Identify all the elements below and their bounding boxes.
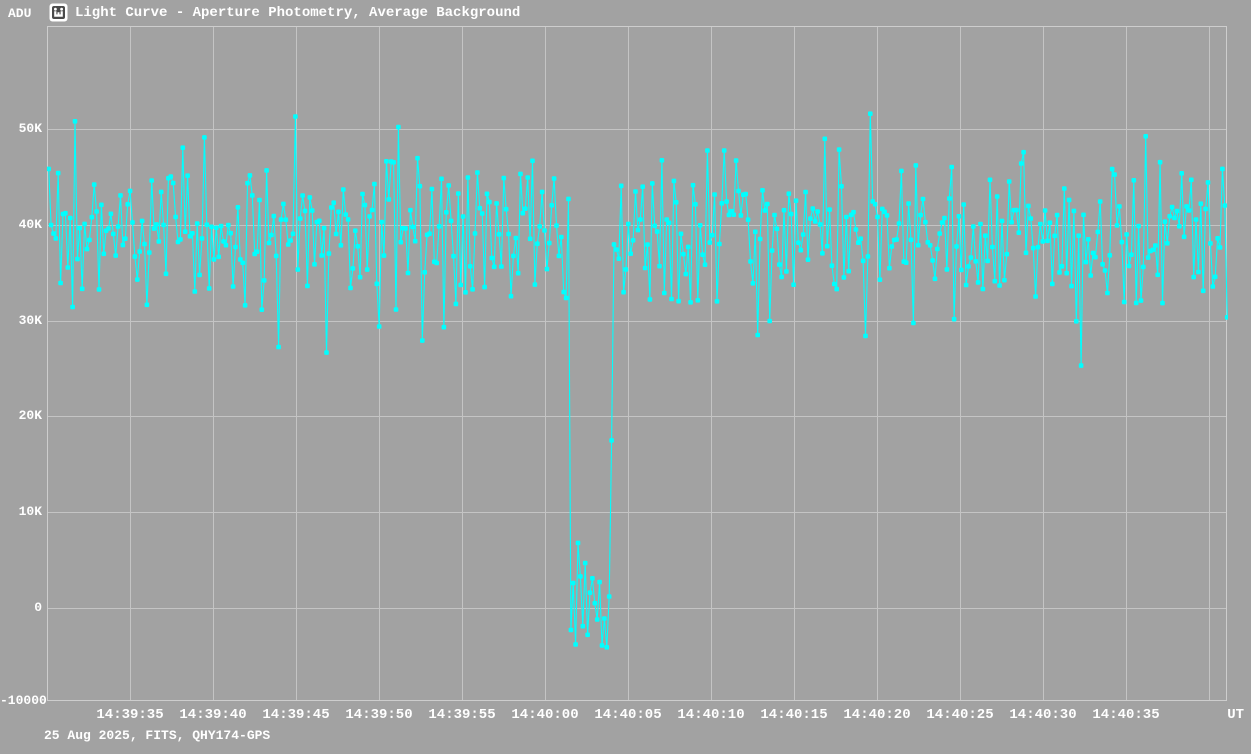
- y-axis-unit-label: ADU: [8, 6, 31, 22]
- x-tick-label: 14:39:35: [88, 707, 172, 723]
- x-tick-label: 14:40:20: [835, 707, 919, 723]
- x-tick-label: 14:40:30: [1001, 707, 1085, 723]
- y-tick-label: -10000: [0, 693, 42, 709]
- x-tick-label: 14:40:35: [1084, 707, 1168, 723]
- x-tick-label: 14:40:10: [669, 707, 753, 723]
- y-tick-label: 10K: [0, 504, 42, 520]
- x-tick-label: 14:40:25: [918, 707, 1002, 723]
- y-tick-label: 40K: [0, 217, 42, 233]
- y-tick-label: 0: [0, 600, 42, 616]
- x-tick-label: 14:40:00: [503, 707, 587, 723]
- x-tick-label: 14:40:15: [752, 707, 836, 723]
- tangra-app-icon: [49, 3, 68, 22]
- y-tick-label: 30K: [0, 313, 42, 329]
- light-curve-line: [49, 114, 1228, 648]
- x-tick-label: 14:39:45: [254, 707, 338, 723]
- light-curve-plot[interactable]: [47, 26, 1228, 702]
- plot-frame: [48, 27, 1227, 701]
- light-curve-points: [47, 111, 1228, 649]
- chart-title: Light Curve - Aperture Photometry, Avera…: [75, 5, 520, 21]
- grid: [48, 27, 1226, 700]
- x-tick-label: 14:39:40: [171, 707, 255, 723]
- x-tick-label: 14:40:05: [586, 707, 670, 723]
- y-tick-label: 20K: [0, 408, 42, 424]
- x-axis-unit-label: UT: [1218, 707, 1244, 723]
- y-tick-label: 50K: [0, 121, 42, 137]
- x-tick-label: 14:39:50: [337, 707, 421, 723]
- recording-info: 25 Aug 2025, FITS, QHY174-GPS: [44, 728, 270, 744]
- x-tick-label: 14:39:55: [420, 707, 504, 723]
